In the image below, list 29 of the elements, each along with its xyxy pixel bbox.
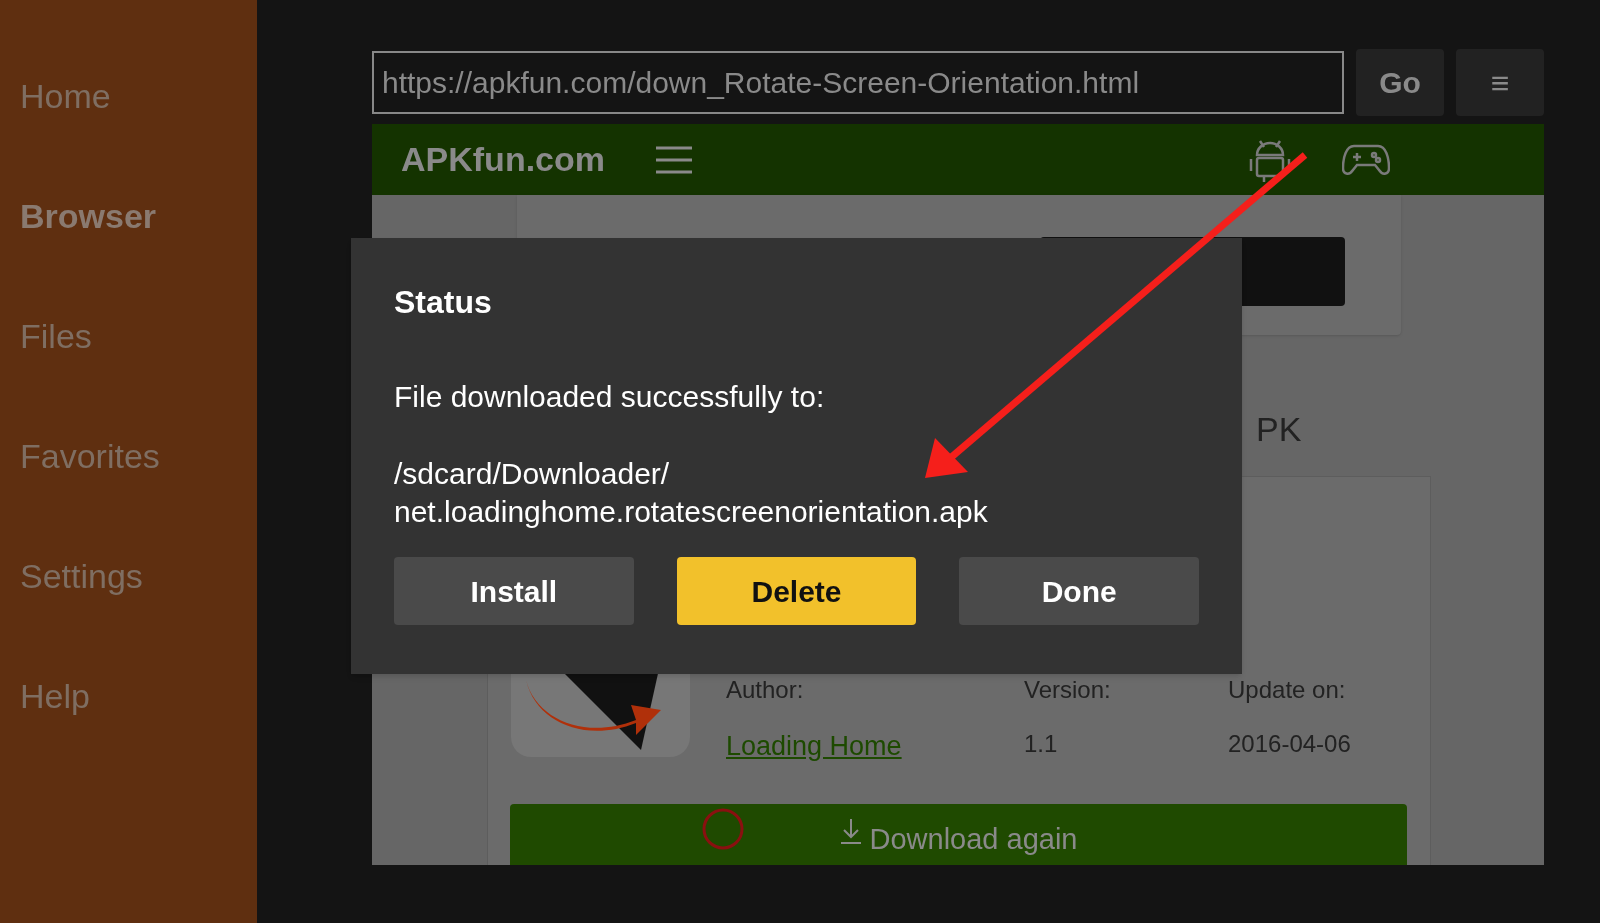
dialog-button[interactable]: Done (959, 557, 1199, 625)
file-path: /sdcard/Downloader/ (394, 456, 670, 492)
author-label: Author: (726, 675, 805, 705)
update-date: 2016-04-06 (1228, 729, 1351, 759)
page-heading: PK (1256, 409, 1302, 450)
dialog-title: Status (394, 283, 493, 322)
dialog-button[interactable]: Delete (676, 557, 917, 625)
sidebar-item[interactable]: Home (20, 76, 257, 116)
version-label: Version: (1024, 675, 1112, 705)
author-link[interactable]: Loading Home (726, 726, 916, 767)
download-again-button[interactable]: Download again (510, 804, 1407, 865)
dialog-message: File downloaded successfully to: (394, 379, 826, 415)
url-field[interactable]: https://apkfun.com/down_Rotate-Screen-Orientation.html (372, 51, 1344, 114)
sidebar-item[interactable]: Help (20, 676, 257, 716)
sidebar-item[interactable]: Browser (20, 196, 257, 236)
dialog-button[interactable]: Install (394, 557, 634, 625)
sidebar-item[interactable]: Settings (20, 556, 257, 596)
download-icon (839, 818, 862, 844)
menu-button[interactable]: ≡ (1456, 49, 1544, 116)
gamepad-icon[interactable] (1342, 142, 1390, 177)
sidebar-item[interactable]: Favorites (20, 436, 257, 476)
menu-icon[interactable] (655, 145, 693, 174)
circle-annotation (702, 808, 744, 850)
version-value: 1.1 (1024, 729, 1059, 759)
site-logo[interactable]: APKfun.com (401, 134, 605, 185)
sidebar-item[interactable]: Files (20, 316, 257, 356)
go-button[interactable]: Go (1356, 49, 1444, 116)
update-label: Update on: (1228, 675, 1347, 705)
file-path: net.loadinghome.rotatescreenorientation.apk (394, 494, 988, 530)
